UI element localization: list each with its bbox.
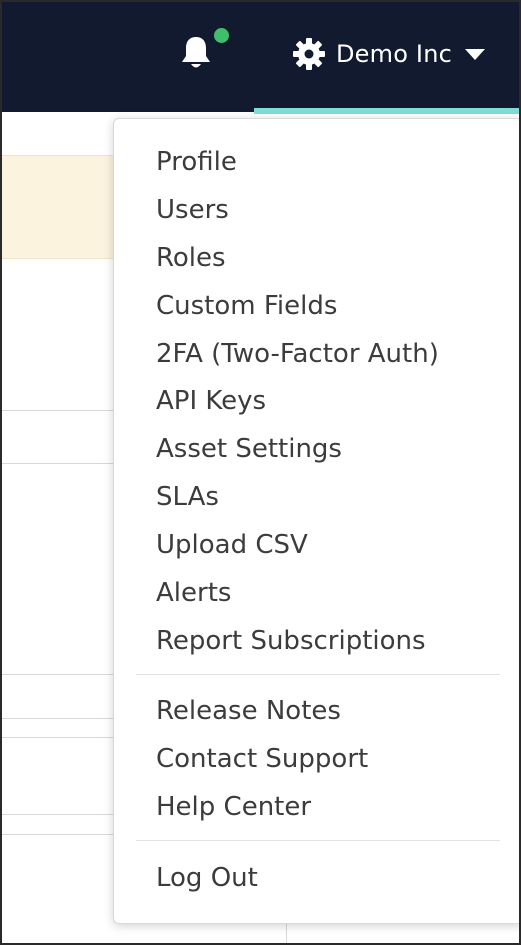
bell-icon[interactable] [180, 34, 212, 72]
menu-divider [136, 840, 500, 841]
top-navigation-bar: Demo Inc [2, 2, 519, 112]
menu-item-asset-settings[interactable]: Asset Settings [156, 429, 342, 469]
menu-item-roles[interactable]: Roles [156, 238, 226, 278]
app-frame: Demo Inc Profile Users Roles Custom Fiel… [0, 0, 521, 945]
menu-item-upload-csv[interactable]: Upload CSV [156, 525, 308, 565]
account-dropdown-menu: Profile Users Roles Custom Fields 2FA (T… [113, 118, 519, 924]
menu-divider [136, 674, 500, 675]
menu-item-log-out[interactable]: Log Out [156, 858, 258, 898]
account-name: Demo Inc [336, 40, 453, 68]
menu-item-alerts[interactable]: Alerts [156, 573, 231, 613]
menu-item-help-center[interactable]: Help Center [156, 787, 311, 827]
account-menu-button[interactable]: Demo Inc [292, 32, 486, 76]
gear-icon [293, 38, 325, 70]
menu-item-2fa[interactable]: 2FA (Two-Factor Auth) [156, 334, 439, 374]
menu-item-report-subscriptions[interactable]: Report Subscriptions [156, 621, 426, 661]
menu-item-profile[interactable]: Profile [156, 142, 237, 182]
menu-item-contact-support[interactable]: Contact Support [156, 739, 368, 779]
notification-dot [214, 28, 229, 43]
menu-item-release-notes[interactable]: Release Notes [156, 691, 341, 731]
menu-item-users[interactable]: Users [156, 190, 229, 230]
caret-down-icon [465, 49, 486, 60]
menu-item-custom-fields[interactable]: Custom Fields [156, 286, 337, 326]
menu-item-api-keys[interactable]: API Keys [156, 381, 266, 421]
active-tab-underline [254, 108, 519, 114]
menu-item-slas[interactable]: SLAs [156, 477, 219, 517]
